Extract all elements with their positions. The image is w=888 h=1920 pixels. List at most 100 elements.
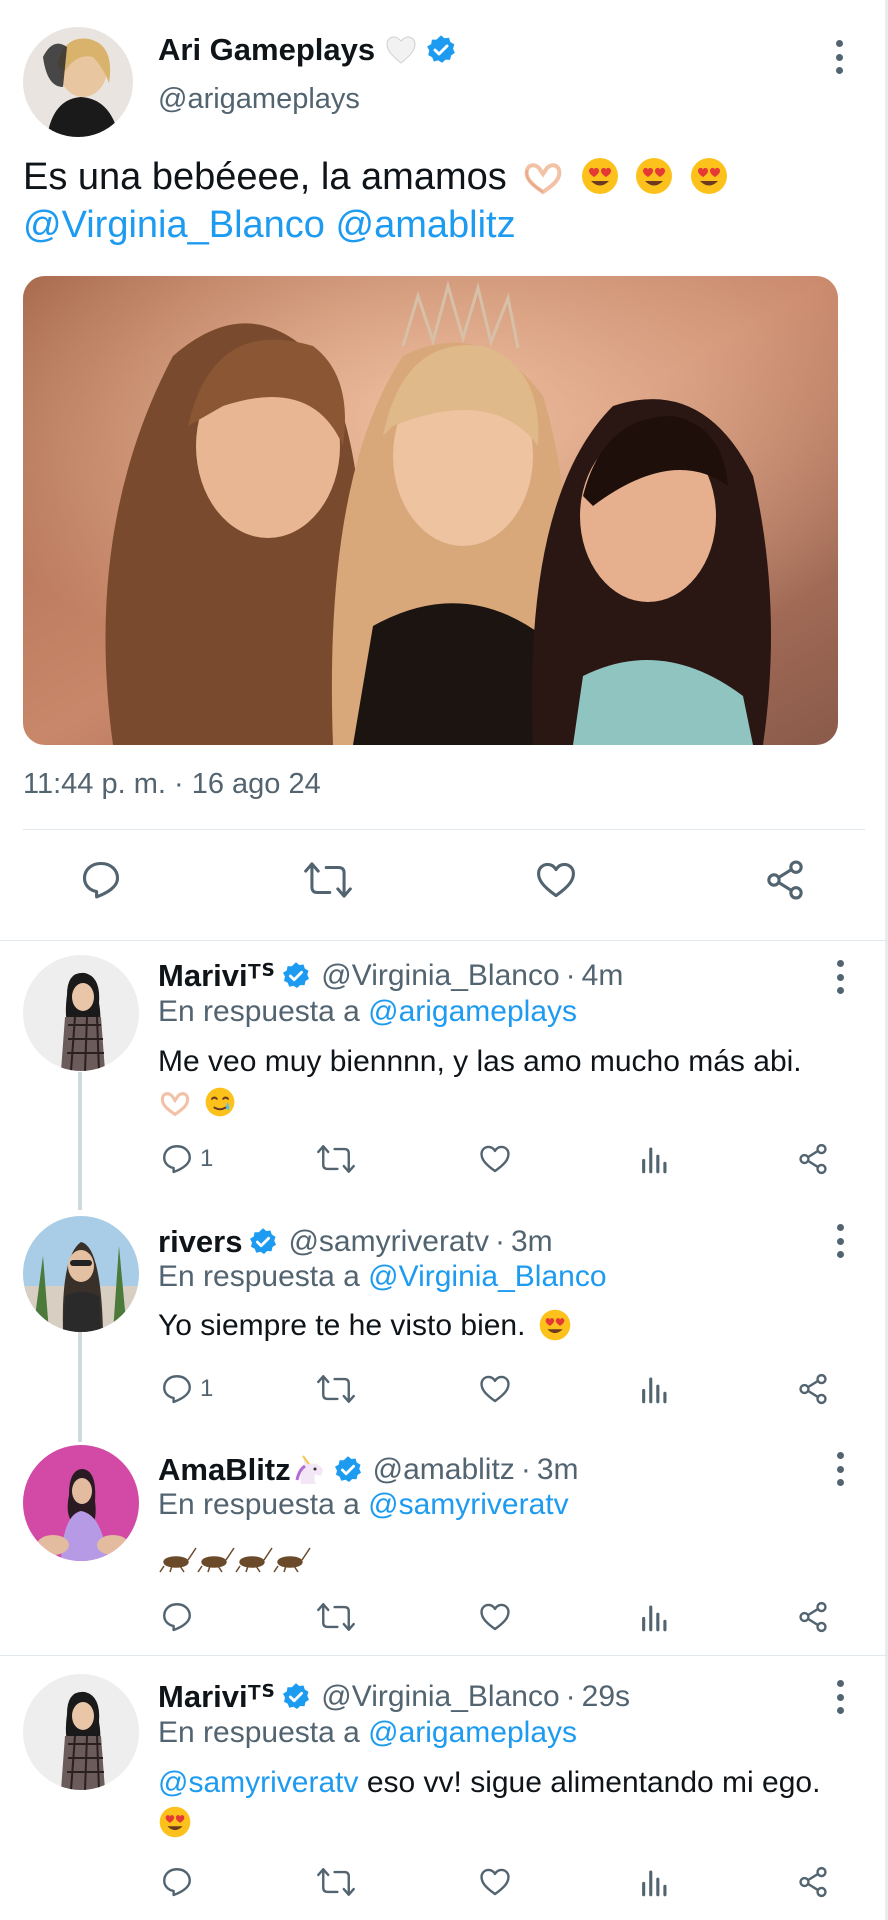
share-icon[interactable] bbox=[796, 1865, 830, 1899]
share-icon[interactable] bbox=[796, 1600, 830, 1634]
verified-badge-icon bbox=[334, 1456, 361, 1482]
heart-eyes-emoji-icon bbox=[636, 158, 673, 194]
heart-eyes-emoji-icon bbox=[159, 1806, 191, 1838]
author-name-row: Ari Gameplays bbox=[158, 30, 457, 70]
tweet-text-body: Es una bebéeee, la amamos bbox=[23, 156, 507, 198]
thread-line bbox=[78, 1072, 82, 1210]
analytics-icon[interactable] bbox=[638, 1865, 672, 1899]
heart-eyes-emoji-icon bbox=[539, 1309, 571, 1341]
like-icon[interactable] bbox=[478, 1600, 512, 1634]
main-tweet: Ari Gameplays @arigameplays Es una bebée… bbox=[0, 0, 885, 940]
author-avatar[interactable] bbox=[23, 27, 133, 137]
author-handle[interactable]: @arigameplays bbox=[158, 83, 360, 116]
reply-time[interactable]: 4m bbox=[582, 959, 624, 993]
heart-hands-emoji-icon bbox=[160, 1092, 190, 1117]
reply-text: Yo siempre te he visto bien. bbox=[158, 1306, 858, 1346]
tweet-text: Es una bebéeee, la amamos @Virginia_Blan… bbox=[23, 153, 863, 249]
reply-to-mention[interactable]: @arigameplays bbox=[368, 995, 577, 1028]
separator-dot: · bbox=[494, 1225, 505, 1258]
reply-divider bbox=[0, 1655, 888, 1656]
cricket-emoji-icon bbox=[159, 1547, 311, 1573]
author-name[interactable]: Mariviᵀᔆ bbox=[158, 1679, 275, 1715]
separator-dot: · bbox=[565, 959, 576, 992]
smiling-tear-emoji-icon bbox=[205, 1087, 235, 1117]
share-icon[interactable] bbox=[796, 1372, 830, 1406]
retweet-icon[interactable] bbox=[316, 1372, 356, 1406]
author-avatar[interactable] bbox=[23, 1445, 139, 1561]
author-handle[interactable]: @Virginia_Blanco bbox=[321, 1680, 559, 1714]
reply-header: Mariviᵀᔆ @Virginia_Blanco · 29s bbox=[158, 1677, 630, 1717]
reply-count: 1 bbox=[200, 1145, 214, 1172]
reply-header: AmaBlitz @amablitz · 3m bbox=[158, 1450, 579, 1490]
tweet-photo[interactable] bbox=[23, 276, 838, 745]
reply-to-line: En respuesta a @Virginia_Blanco bbox=[158, 1260, 607, 1294]
reply-icon[interactable] bbox=[79, 858, 123, 907]
reply-to-mention[interactable]: @Virginia_Blanco bbox=[368, 1260, 606, 1293]
white-heart-icon bbox=[386, 36, 416, 64]
author-name[interactable]: rivers bbox=[158, 1224, 242, 1260]
analytics-icon[interactable] bbox=[638, 1600, 672, 1634]
reply-header: Mariviᵀᔆ @Virginia_Blanco · 4m bbox=[158, 956, 623, 996]
author-avatar[interactable] bbox=[23, 955, 139, 1071]
reply-to-prefix: En respuesta a bbox=[158, 1716, 360, 1749]
divider bbox=[23, 829, 865, 830]
retweet-icon[interactable] bbox=[316, 1600, 356, 1634]
like-icon[interactable] bbox=[478, 1865, 512, 1899]
heart-hands-emoji-icon bbox=[524, 163, 562, 195]
heart-eyes-emoji-icon bbox=[691, 158, 728, 194]
more-options-icon[interactable] bbox=[834, 1224, 846, 1258]
reply-to-line: En respuesta a @arigameplays bbox=[158, 1716, 577, 1750]
author-handle[interactable]: @samyriveratv bbox=[288, 1225, 488, 1259]
reply-icon[interactable]: 1 bbox=[160, 1372, 213, 1406]
separator-dot: · bbox=[520, 1453, 531, 1486]
more-options-icon[interactable] bbox=[834, 960, 846, 994]
more-options-icon[interactable] bbox=[833, 40, 845, 74]
reply-to-prefix: En respuesta a bbox=[158, 995, 360, 1028]
more-options-icon[interactable] bbox=[834, 1452, 846, 1486]
unicorn-emoji-icon bbox=[295, 1455, 323, 1484]
analytics-icon[interactable] bbox=[638, 1142, 672, 1176]
reply-to-line: En respuesta a @samyriveratv bbox=[158, 1488, 569, 1522]
reply-to-mention[interactable]: @arigameplays bbox=[368, 1716, 577, 1749]
author-name[interactable]: Mariviᵀᔆ bbox=[158, 958, 275, 994]
section-divider bbox=[0, 940, 888, 941]
reply-to-prefix: En respuesta a bbox=[158, 1488, 360, 1521]
author-avatar[interactable] bbox=[23, 1216, 139, 1332]
like-icon[interactable] bbox=[534, 858, 578, 907]
retweet-icon[interactable] bbox=[316, 1865, 356, 1899]
author-name[interactable]: Ari Gameplays bbox=[158, 32, 375, 68]
reply-icon[interactable] bbox=[160, 1865, 194, 1899]
author-name[interactable]: AmaBlitz bbox=[158, 1452, 291, 1488]
mention-link[interactable]: @Virginia_Blanco bbox=[23, 204, 325, 246]
reply-time[interactable]: 3m bbox=[511, 1225, 553, 1259]
like-icon[interactable] bbox=[478, 1142, 512, 1176]
verified-badge-icon bbox=[283, 962, 310, 988]
more-options-icon[interactable] bbox=[834, 1680, 846, 1714]
reply-to-mention[interactable]: @samyriveratv bbox=[368, 1488, 568, 1521]
reply-text-body: Me veo muy biennnn, y las amo mucho más … bbox=[158, 1045, 802, 1078]
tweet-timestamp[interactable]: 11:44 p. m. · 16 ago 24 bbox=[23, 768, 321, 801]
like-icon[interactable] bbox=[478, 1372, 512, 1406]
retweet-icon[interactable] bbox=[303, 858, 353, 907]
verified-badge-icon bbox=[283, 1683, 310, 1709]
reply-icon[interactable] bbox=[160, 1600, 194, 1634]
reply-text: @samyriveratv eso vv! sigue alimentando … bbox=[158, 1763, 878, 1843]
author-handle[interactable]: @amablitz bbox=[373, 1453, 515, 1487]
reply-icon[interactable]: 1 bbox=[160, 1142, 213, 1176]
separator-dot: · bbox=[565, 1680, 576, 1713]
mention-link[interactable]: @amablitz bbox=[336, 204, 516, 246]
author-avatar[interactable] bbox=[23, 1674, 139, 1790]
share-icon[interactable] bbox=[796, 1142, 830, 1176]
analytics-icon[interactable] bbox=[638, 1372, 672, 1406]
share-icon[interactable] bbox=[763, 858, 807, 907]
reply-to-prefix: En respuesta a bbox=[158, 1260, 360, 1293]
retweet-icon[interactable] bbox=[316, 1142, 356, 1176]
reply-text bbox=[158, 1538, 858, 1578]
author-handle[interactable]: @Virginia_Blanco bbox=[321, 959, 559, 993]
reply-header: rivers @samyriveratv · 3m bbox=[158, 1222, 553, 1262]
reply-time[interactable]: 29s bbox=[582, 1680, 630, 1714]
verified-badge-icon bbox=[427, 35, 455, 63]
reply-text-body: Yo siempre te he visto bien. bbox=[158, 1309, 526, 1342]
reply-time[interactable]: 3m bbox=[537, 1453, 579, 1487]
mention-link[interactable]: @samyriveratv bbox=[158, 1766, 358, 1799]
